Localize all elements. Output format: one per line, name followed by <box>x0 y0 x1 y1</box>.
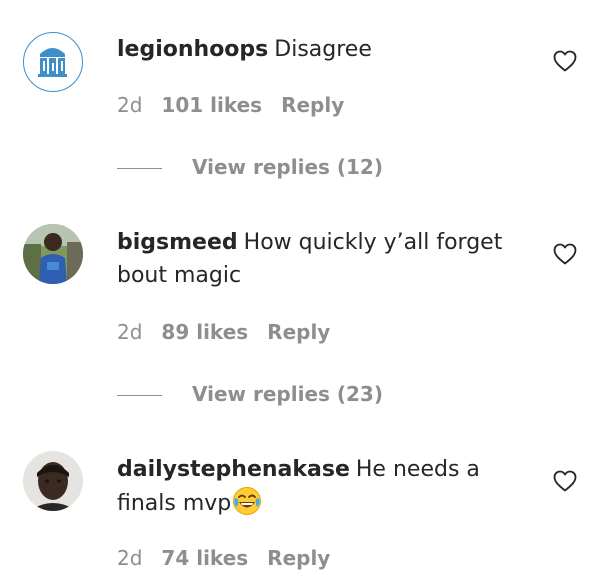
comment-likes[interactable]: 74 likes <box>161 546 248 570</box>
profile-photo-icon <box>23 224 83 284</box>
legionhoops-logo-icon <box>25 34 80 89</box>
comment-likes[interactable]: 101 likes <box>161 93 262 117</box>
avatar[interactable] <box>23 224 83 284</box>
like-heart-icon[interactable] <box>553 470 577 492</box>
comment-age: 2d <box>117 93 143 117</box>
comment-text-block: dailystephenakase He needs a finals mvp <box>117 453 527 520</box>
divider-line <box>117 168 162 169</box>
like-heart-icon[interactable] <box>553 243 577 265</box>
comment-meta: 2d 101 likes Reply <box>117 93 363 117</box>
comment-age: 2d <box>117 320 143 344</box>
view-replies-label: View replies (23) <box>192 382 383 406</box>
face-with-tears-of-joy-emoji-icon <box>232 486 262 516</box>
comment-text: Disagree <box>274 37 372 62</box>
comment-username[interactable]: legionhoops <box>117 37 268 62</box>
comment-likes[interactable]: 89 likes <box>161 320 248 344</box>
divider-line <box>117 395 162 396</box>
comment-meta: 2d 74 likes Reply <box>117 546 349 570</box>
view-replies-button[interactable]: View replies (12) <box>117 155 383 179</box>
like-heart-icon[interactable] <box>553 50 577 72</box>
comment-username[interactable]: dailystephenakase <box>117 457 350 482</box>
reply-button[interactable]: Reply <box>281 93 344 117</box>
avatar[interactable] <box>23 451 83 511</box>
reply-button[interactable]: Reply <box>267 320 330 344</box>
reply-button[interactable]: Reply <box>267 546 330 570</box>
comment-text-block: bigsmeed How quickly y’all forget bout ma… <box>117 226 527 292</box>
comment-text-block: legionhoops Disagree <box>117 33 527 66</box>
comment-age: 2d <box>117 546 143 570</box>
comment-username[interactable]: bigsmeed <box>117 230 238 255</box>
avatar[interactable] <box>23 32 83 92</box>
view-replies-button[interactable]: View replies (23) <box>117 382 383 406</box>
view-replies-label: View replies (12) <box>192 155 383 179</box>
comment-meta: 2d 89 likes Reply <box>117 320 349 344</box>
profile-photo-icon <box>23 451 83 511</box>
